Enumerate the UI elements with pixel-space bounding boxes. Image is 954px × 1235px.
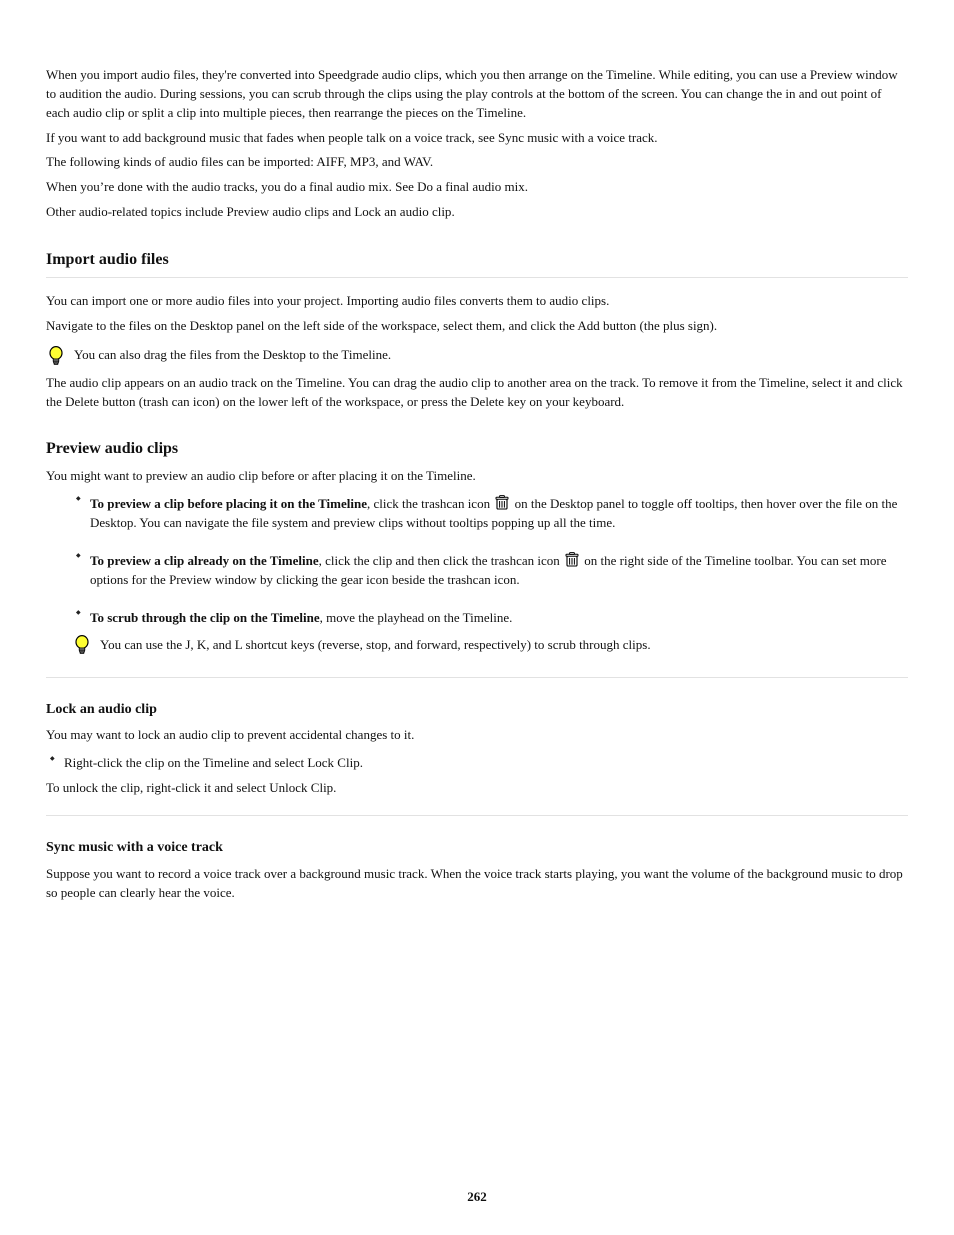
section-divider — [46, 277, 908, 278]
lock-bullet-list: Right-click the clip on the Timeline and… — [46, 753, 908, 773]
trashcan-icon — [565, 552, 579, 568]
lightbulb-icon — [48, 346, 64, 368]
paragraph: You might want to preview an audio clip … — [46, 467, 908, 486]
import-section: Import audio files You can import one or… — [46, 248, 908, 412]
trashcan-icon — [495, 495, 509, 511]
paragraph: The audio clip appears on an audio track… — [46, 374, 908, 412]
page-content: When you import audio files, they're con… — [46, 66, 908, 902]
paragraph: You can import one or more audio files i… — [46, 292, 908, 311]
paragraph: Navigate to the files on the Desktop pan… — [46, 317, 908, 336]
tip-text: You can use the J, K, and L shortcut key… — [100, 635, 908, 655]
section-divider — [46, 815, 908, 816]
tip-text: You can also drag the files from the Des… — [74, 346, 908, 365]
intro-section: When you import audio files, they're con… — [46, 66, 908, 222]
section-heading: Import audio files — [46, 248, 908, 271]
page-number: 262 — [0, 1189, 954, 1205]
list-item: To preview a clip already on the Timelin… — [46, 551, 908, 590]
paragraph: When you’re done with the audio tracks, … — [46, 178, 908, 197]
section-heading: Lock an audio clip — [46, 700, 908, 720]
tip-block: You can use the J, K, and L shortcut key… — [72, 635, 908, 657]
paragraph: Suppose you want to record a voice track… — [46, 865, 908, 903]
lock-section: Lock an audio clip You may want to lock … — [46, 700, 908, 797]
paragraph: You may want to lock an audio clip to pr… — [46, 726, 908, 745]
list-item: To preview a clip before placing it on t… — [46, 494, 908, 533]
paragraph: The following kinds of audio files can b… — [46, 153, 908, 172]
lightbulb-icon — [74, 635, 90, 657]
link-text[interactable]: Lock an audio clip — [354, 204, 451, 219]
link-text[interactable]: Preview audio clips — [227, 204, 330, 219]
list-item: Right-click the clip on the Timeline and… — [46, 753, 908, 773]
paragraph: To unlock the clip, right-click it and s… — [46, 779, 908, 798]
preview-section: Preview audio clips You might want to pr… — [46, 437, 908, 657]
link-text[interactable]: Sync music with a voice track — [498, 130, 654, 145]
tip-block: You can also drag the files from the Des… — [46, 346, 908, 368]
paragraph: Other audio-related topics include Previ… — [46, 203, 908, 222]
list-item: To scrub through the clip on the Timelin… — [46, 608, 908, 658]
link-text[interactable]: Do a final audio mix — [417, 179, 525, 194]
document-page: When you import audio files, they're con… — [0, 0, 954, 1235]
paragraph: If you want to add background music that… — [46, 129, 908, 148]
paragraph: When you import audio files, they're con… — [46, 66, 908, 123]
section-heading: Preview audio clips — [46, 437, 908, 460]
section-heading: Sync music with a voice track — [46, 838, 908, 858]
sync-section: Sync music with a voice track Suppose yo… — [46, 838, 908, 902]
section-divider — [46, 677, 908, 678]
preview-bullet-list: To preview a clip before placing it on t… — [46, 494, 908, 658]
